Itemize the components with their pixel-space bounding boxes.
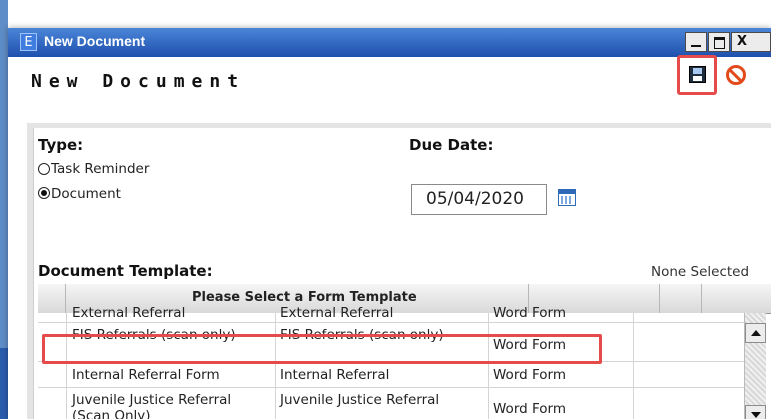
save-button[interactable]: [677, 55, 717, 95]
radio-button[interactable]: [38, 163, 50, 175]
new-document-window: E New Document X New Document Type: Task…: [8, 28, 771, 419]
due-date-field[interactable]: 05/04/2020: [411, 184, 547, 215]
maximize-button[interactable]: [708, 32, 730, 52]
table-cell: External Referral: [72, 305, 186, 321]
template-grid: Please Select a Form Template External R…: [38, 284, 771, 419]
scroll-down-button[interactable]: [745, 405, 766, 419]
radio-label: Document: [51, 186, 121, 202]
minimize-button[interactable]: [685, 32, 707, 52]
column-divider: [488, 313, 489, 419]
window-titlebar[interactable]: E New Document X: [8, 28, 771, 57]
type-label: Type:: [38, 136, 84, 154]
grid-header-title: Please Select a Form Template: [192, 290, 417, 305]
column-divider: [275, 313, 276, 419]
close-button[interactable]: X: [731, 32, 771, 52]
table-cell: Word Form: [493, 305, 566, 321]
table-cell: Juvenile Justice Referral: [280, 392, 440, 408]
due-date-label: Due Date:: [409, 136, 494, 154]
scroll-up-button[interactable]: [745, 323, 766, 343]
table-row[interactable]: FIS Referrals (scan only) FIS Referrals …: [38, 323, 744, 362]
no-entry-icon[interactable]: [726, 65, 746, 85]
table-cell: External Referral: [280, 305, 394, 321]
column-divider: [66, 313, 67, 419]
background-taskbar-strip: [0, 348, 8, 419]
calendar-icon[interactable]: [558, 189, 576, 206]
column-divider: [633, 313, 634, 419]
table-row[interactable]: Juvenile Justice Referral (Scan Only) Ju…: [38, 388, 744, 419]
document-form: Type: Task Reminder Document Due Date: 0…: [33, 128, 771, 419]
table-row[interactable]: External Referral External Referral Word…: [38, 305, 744, 323]
table-cell: Word Form: [493, 401, 566, 417]
table-cell: FIS Referrals (scan only): [72, 327, 236, 343]
app-icon: E: [20, 33, 37, 51]
radio-button-selected[interactable]: [38, 187, 50, 199]
grid-scrollbar[interactable]: [744, 313, 766, 419]
background-desktop: [0, 0, 8, 419]
template-status: None Selected: [651, 264, 750, 280]
table-cell: Internal Referral Form: [72, 367, 220, 383]
floppy-disk-icon: [689, 66, 706, 83]
table-cell: Juvenile Justice Referral (Scan Only): [72, 392, 232, 419]
document-template-label: Document Template:: [38, 262, 213, 280]
table-cell: FIS Referrals (scan only): [280, 327, 444, 343]
table-cell: Word Form: [493, 337, 566, 353]
table-row-selected[interactable]: Internal Referral Form Internal Referral…: [38, 362, 744, 388]
window-title: New Document: [44, 33, 146, 49]
radio-label: Task Reminder: [51, 161, 150, 177]
table-cell: Word Form: [493, 367, 566, 383]
page-header: New Document: [8, 57, 771, 103]
page-title: New Document: [31, 71, 246, 92]
grid-body: External Referral External Referral Word…: [38, 305, 744, 419]
table-cell: Internal Referral: [280, 367, 390, 383]
